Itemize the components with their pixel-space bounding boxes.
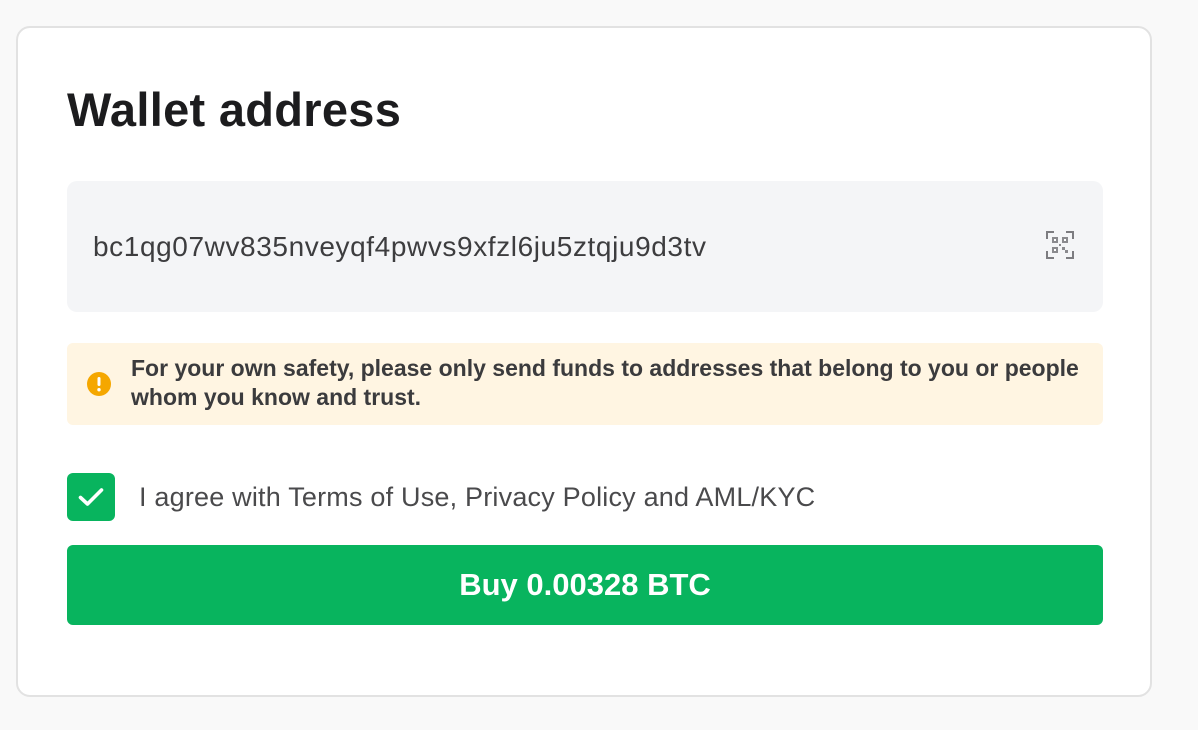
buy-button[interactable]: Buy 0.00328 BTC [67,545,1103,625]
wallet-address-input[interactable]: bc1qg07wv835nveyqf4pwvs9xfzl6ju5ztqju9d3… [93,231,707,263]
terms-label[interactable]: I agree with Terms of Use, Privacy Polic… [139,482,815,513]
wallet-address-card: Wallet address bc1qg07wv835nveyqf4pwvs9x… [16,26,1152,697]
warning-text: For your own safety, please only send fu… [131,355,1079,410]
page-title: Wallet address [67,83,402,136]
safety-warning: For your own safety, please only send fu… [67,343,1103,425]
checkmark-icon [78,488,104,506]
qr-scan-button[interactable] [1045,230,1075,260]
terms-checkbox[interactable] [67,473,115,521]
terms-agreement: I agree with Terms of Use, Privacy Polic… [67,473,815,521]
qr-scan-icon [1046,231,1074,259]
wallet-address-field[interactable]: bc1qg07wv835nveyqf4pwvs9xfzl6ju5ztqju9d3… [67,181,1103,312]
exclamation-circle-icon [87,372,111,396]
